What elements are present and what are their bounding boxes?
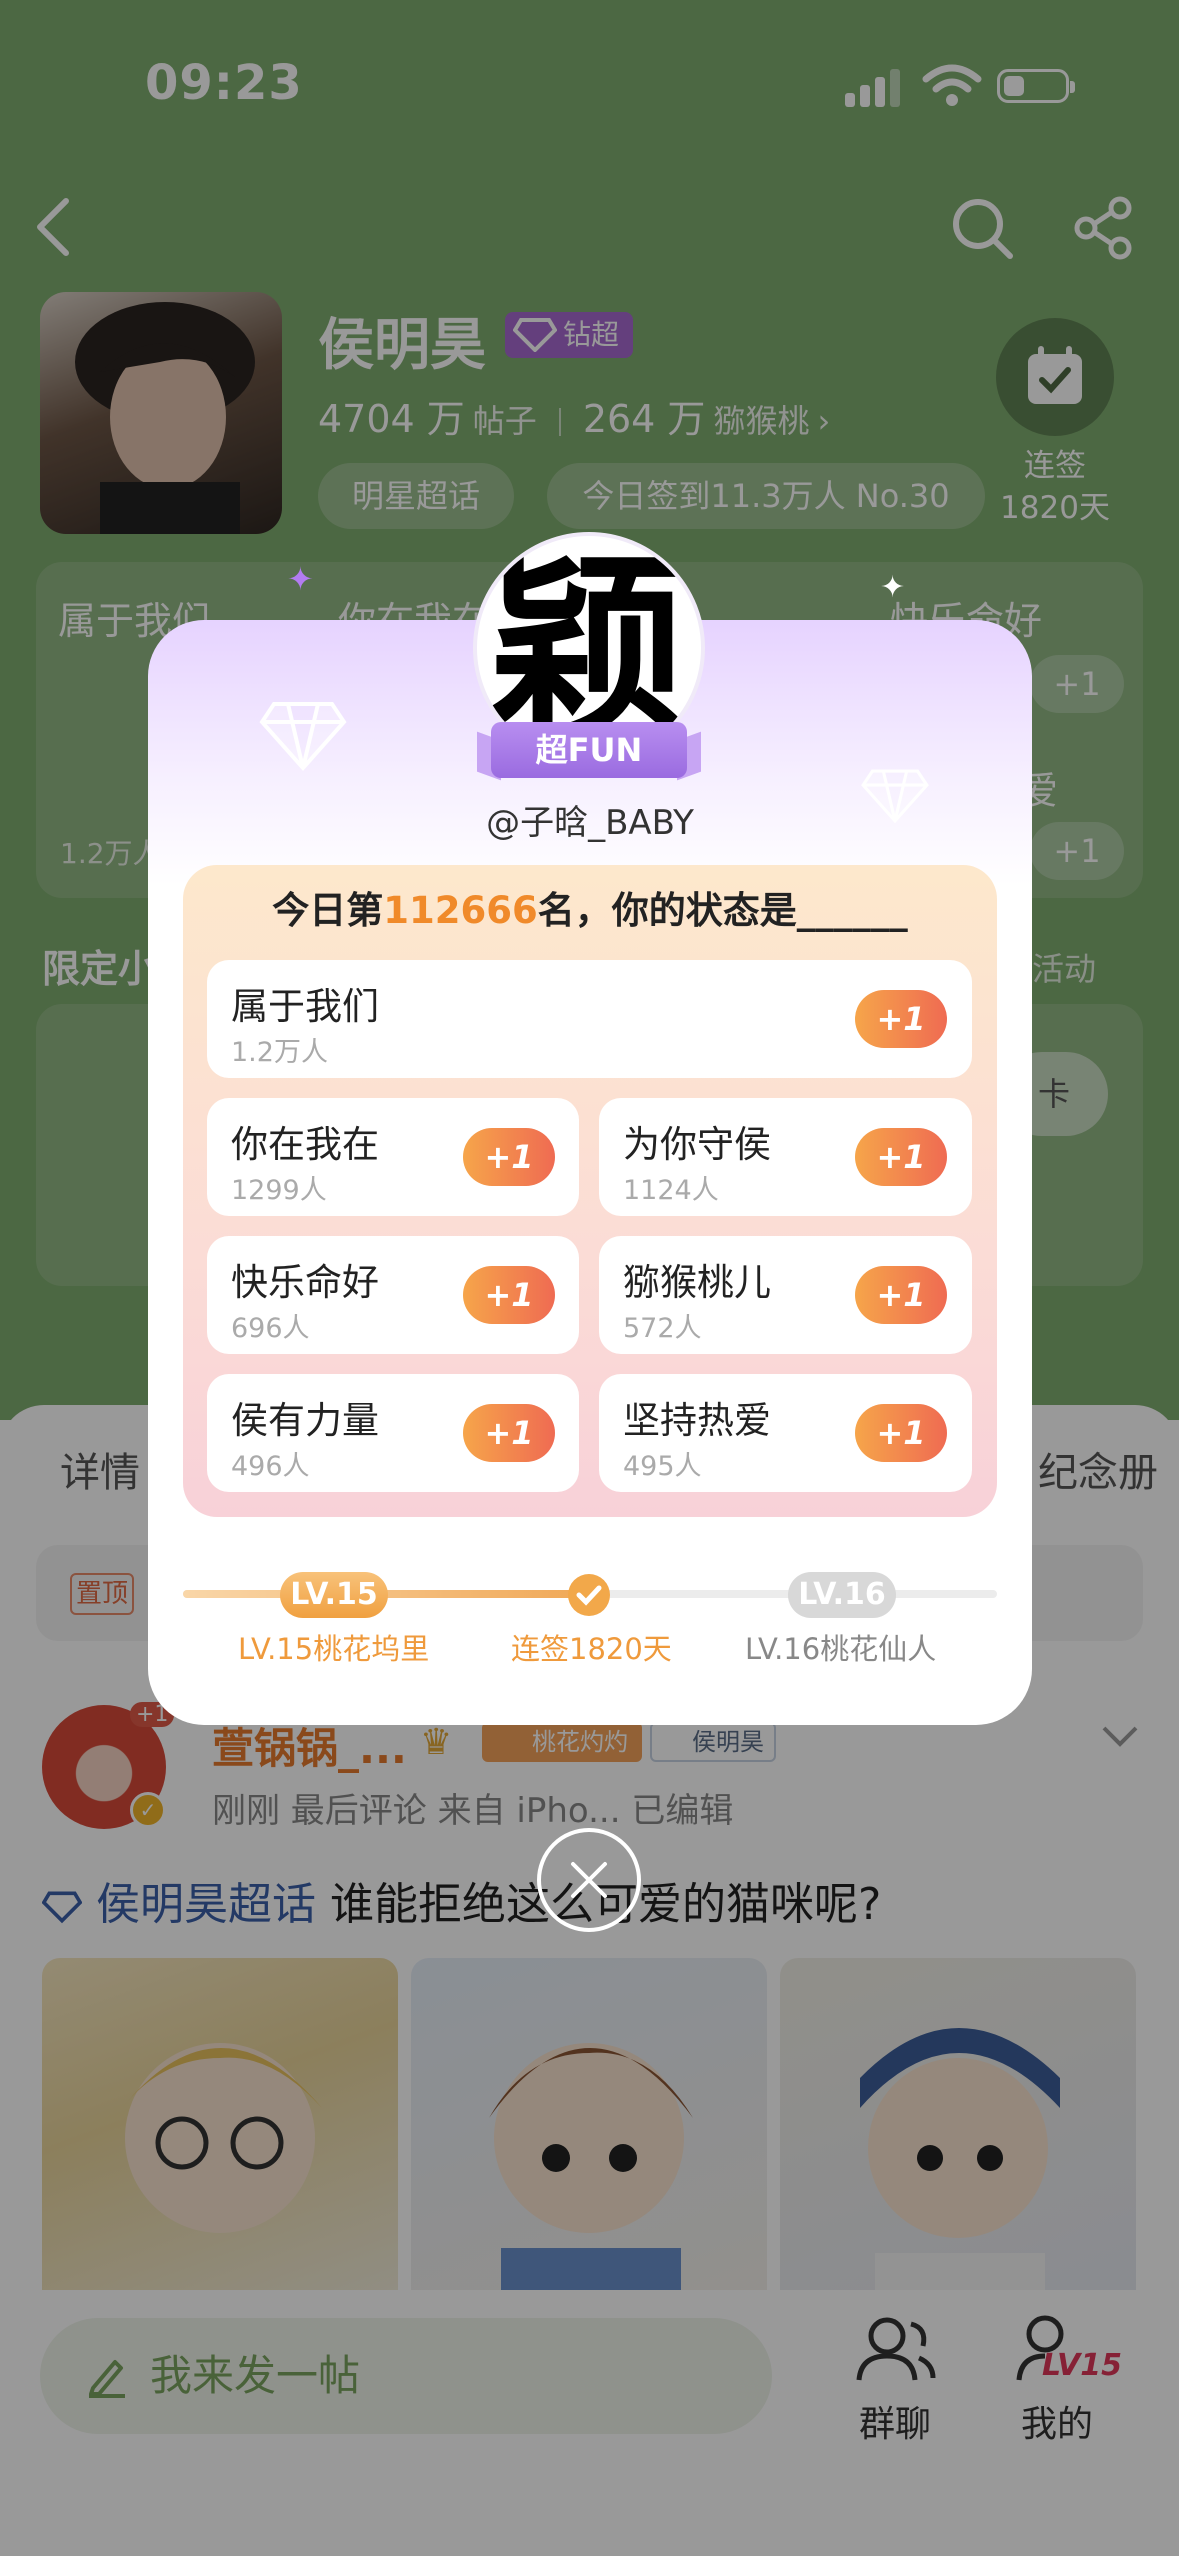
streak-check-icon bbox=[568, 1574, 610, 1616]
status-option[interactable]: 为你守侯 1124人 +1 bbox=[599, 1098, 972, 1216]
close-icon bbox=[571, 1862, 607, 1898]
status-option[interactable]: 快乐命好 696人 +1 bbox=[207, 1236, 579, 1354]
status-option[interactable]: 你在我在 1299人 +1 bbox=[207, 1098, 579, 1216]
plus-one-button[interactable]: +1 bbox=[855, 990, 947, 1048]
option-count: 1.2万人 bbox=[231, 1037, 328, 1068]
current-level-pill: LV.15 bbox=[280, 1572, 388, 1618]
plus-one-button[interactable]: +1 bbox=[855, 1128, 947, 1186]
diamond-decoration-icon bbox=[259, 702, 347, 772]
current-level-label: LV.15桃花坞里 bbox=[238, 1632, 430, 1666]
plus-one-button[interactable]: +1 bbox=[463, 1404, 555, 1462]
option-label: 猕猴桃儿 bbox=[623, 1261, 771, 1304]
option-count: 1124人 bbox=[623, 1175, 719, 1206]
next-level-label: LV.16桃花仙人 bbox=[745, 1632, 937, 1666]
status-option[interactable]: 坚持热爱 495人 +1 bbox=[599, 1374, 972, 1492]
rank-line: 今日第112666名，你的状态是______ bbox=[183, 880, 997, 934]
streak-label: 连签1820天 bbox=[511, 1632, 672, 1666]
status-option[interactable]: 属于我们 1.2万人 +1 bbox=[207, 960, 972, 1078]
super-fun-ribbon: 超FUN bbox=[477, 722, 701, 784]
option-label: 坚持热爱 bbox=[623, 1399, 771, 1442]
status-option[interactable]: 侯有力量 496人 +1 bbox=[207, 1374, 579, 1492]
rank-prefix: 今日第 bbox=[272, 889, 384, 932]
option-count: 572人 bbox=[623, 1313, 702, 1344]
sparkle-icon: ✦ bbox=[880, 570, 906, 605]
option-count: 1299人 bbox=[231, 1175, 327, 1206]
option-count: 496人 bbox=[231, 1451, 310, 1482]
option-label: 你在我在 bbox=[231, 1123, 379, 1166]
user-handle: @子晗_BABY bbox=[486, 803, 694, 843]
option-count: 495人 bbox=[623, 1451, 702, 1482]
plus-one-button[interactable]: +1 bbox=[855, 1266, 947, 1324]
plus-one-button[interactable]: +1 bbox=[855, 1404, 947, 1462]
sparkle-icon: ✦ bbox=[287, 560, 314, 598]
rank-suffix: 名，你的状态是______ bbox=[537, 889, 908, 932]
status-option[interactable]: 猕猴桃儿 572人 +1 bbox=[599, 1236, 972, 1354]
option-label: 侯有力量 bbox=[231, 1399, 379, 1442]
plus-one-button[interactable]: +1 bbox=[463, 1128, 555, 1186]
rank-number: 112666 bbox=[383, 889, 538, 932]
close-modal-button[interactable] bbox=[537, 1828, 641, 1932]
ribbon-label: 超FUN bbox=[491, 722, 687, 778]
option-label: 属于我们 bbox=[231, 985, 379, 1028]
plus-one-button[interactable]: +1 bbox=[463, 1266, 555, 1324]
next-level-pill: LV.16 bbox=[788, 1572, 896, 1618]
option-count: 696人 bbox=[231, 1313, 310, 1344]
option-label: 为你守侯 bbox=[623, 1123, 771, 1166]
option-label: 快乐命好 bbox=[231, 1261, 379, 1304]
